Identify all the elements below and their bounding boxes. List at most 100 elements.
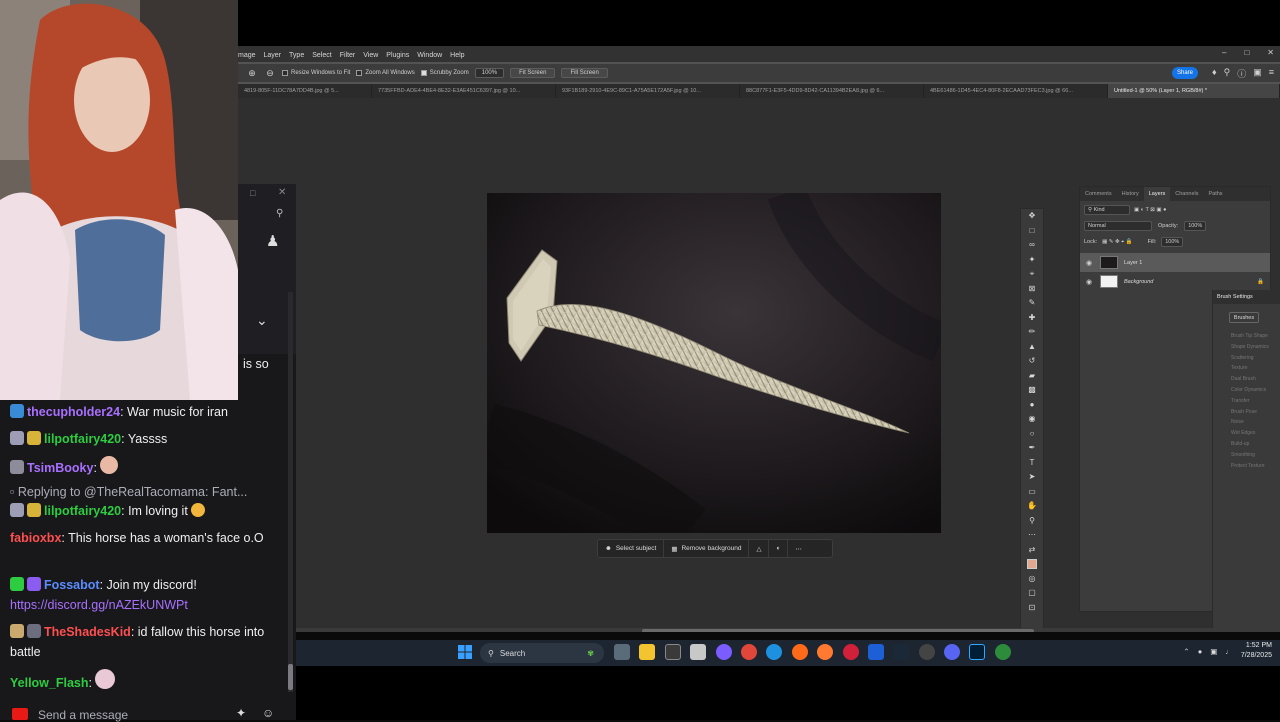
history-brush-icon[interactable]: ↺ <box>1021 354 1043 369</box>
doc-tab[interactable]: 7735FFBD-ADE4-4BE4-8E32-E3AE451C6397.jpg… <box>372 84 556 98</box>
menu-window[interactable]: Window <box>417 52 442 59</box>
kind-filter[interactable]: ⚲ Kind <box>1084 205 1130 215</box>
layer-row-background[interactable]: ◉ Background 🔒 <box>1080 272 1270 291</box>
chat-scrollbar-thumb[interactable] <box>288 664 293 690</box>
taskbar-search[interactable]: ⚲ Search ✾ <box>480 643 604 663</box>
copilot-icon[interactable] <box>715 644 732 660</box>
brave-icon[interactable] <box>791 644 808 660</box>
sparkle-icon[interactable]: ✦ <box>236 706 246 720</box>
terminal-icon[interactable] <box>664 644 681 660</box>
visibility-eye-icon[interactable]: ◉ <box>1084 278 1094 286</box>
volume-icon[interactable]: ♩ <box>1225 647 1233 656</box>
maximize-icon[interactable]: □ <box>1244 48 1249 57</box>
workspace-icon[interactable]: ▣ <box>1253 67 1262 80</box>
chevron-up-icon[interactable]: ⌃ <box>1183 647 1189 656</box>
stamp-tool-icon[interactable]: ▲ <box>1021 340 1043 355</box>
chat-input[interactable]: Send a message ✦ ☺ <box>0 702 290 722</box>
zoom-tool-icon[interactable]: ⚲ <box>1021 514 1043 529</box>
brush-option[interactable]: Smoothing <box>1213 450 1280 461</box>
select-subject-button[interactable]: ☻ Select subject <box>598 540 665 557</box>
scrollbar-thumb[interactable] <box>642 629 1034 632</box>
channel-points-icon[interactable] <box>12 708 28 720</box>
canvas-area[interactable]: ☻ Select subject ▦ Remove background △ ◐… <box>238 98 1280 632</box>
close-icon[interactable]: ✕ <box>1267 48 1274 57</box>
path-select-icon[interactable]: ➤ <box>1021 470 1043 485</box>
search-icon[interactable]: ⚲ <box>1224 67 1231 80</box>
doc-tab[interactable]: 93F1B189-2910-4E9C-89C1-A75A5E172A5F.jpg… <box>556 84 740 98</box>
brush-option[interactable]: Shape Dynamics <box>1213 342 1280 353</box>
horizontal-scrollbar[interactable] <box>294 628 1280 632</box>
search-icon[interactable]: ⚲ <box>276 208 283 219</box>
eyedropper-icon[interactable]: ✎ <box>1021 296 1043 311</box>
marquee-tool-icon[interactable]: □ <box>1021 224 1043 239</box>
windows-start-icon[interactable] <box>458 645 472 659</box>
crop-tool-icon[interactable]: ⌖ <box>1021 267 1043 282</box>
lock-icons[interactable]: ▦ ✎ ✥ ⌖ 🔒 <box>1102 239 1132 246</box>
panel-toggle-icon[interactable]: ≡ <box>1269 67 1274 80</box>
zoom-in-icon[interactable]: ⊕ <box>246 67 258 79</box>
scrubby-zoom-checkbox[interactable]: Scrubby Zoom <box>420 70 469 76</box>
task-view-icon[interactable] <box>614 644 630 660</box>
store-icon[interactable] <box>690 644 707 660</box>
photoshop-icon[interactable] <box>969 644 986 660</box>
sponge-tool-icon[interactable]: ○ <box>1021 427 1043 442</box>
close-icon[interactable]: ✕ <box>278 187 286 198</box>
chat-username[interactable]: fabioxbx <box>10 531 61 545</box>
file-explorer-icon[interactable] <box>639 644 656 660</box>
chevron-down-icon[interactable]: ⌄ <box>256 312 268 329</box>
visibility-eye-icon[interactable]: ◉ <box>1084 259 1094 267</box>
gradient-tool-icon[interactable]: ▩ <box>1021 383 1043 398</box>
minimize-icon[interactable]: – <box>1222 48 1226 57</box>
brush-option[interactable]: Build-up <box>1213 439 1280 450</box>
doc-tab[interactable]: 4BE61486-1D45-4EC4-80F8-2ECAAD73FEC3.jpg… <box>924 84 1108 98</box>
brush-option[interactable]: Transfer <box>1213 396 1280 407</box>
discord-icon[interactable] <box>944 644 961 660</box>
menu-plugins[interactable]: Plugins <box>386 52 409 59</box>
zoom-value-field[interactable]: 100% <box>474 68 505 78</box>
healing-brush-icon[interactable]: ✚ <box>1021 311 1043 326</box>
brush-option[interactable]: Scattering <box>1213 353 1280 364</box>
tab-paths[interactable]: Paths <box>1203 187 1227 201</box>
help-icon[interactable]: ⓘ <box>1237 67 1246 80</box>
emoji-icon[interactable]: ☺ <box>262 706 274 720</box>
brush-option[interactable]: Wet Edges <box>1213 428 1280 439</box>
chat-username[interactable]: Yellow_Flash <box>10 676 89 690</box>
chat-username[interactable]: lilpotfairy420 <box>44 432 121 446</box>
blend-mode-select[interactable]: Normal <box>1084 221 1152 231</box>
more-tools-icon[interactable]: ⋯ <box>1021 528 1043 543</box>
tab-layers[interactable]: Layers <box>1143 187 1171 201</box>
menu-view[interactable]: View <box>363 52 378 59</box>
opacity-field[interactable]: 100% <box>1184 221 1207 231</box>
discord-link[interactable]: https://discord.gg/nAZEkUNWPt <box>10 595 288 615</box>
opera-icon[interactable] <box>842 644 859 660</box>
brush-option[interactable]: Dual Brush <box>1213 374 1280 385</box>
chat-username[interactable]: TsimBooky <box>27 461 93 475</box>
menu-help[interactable]: Help <box>450 52 464 59</box>
tab-history[interactable]: History <box>1117 187 1144 201</box>
network-icon[interactable]: ▣ <box>1210 647 1217 656</box>
brush-option[interactable]: Color Dynamics <box>1213 385 1280 396</box>
chrome-canary-icon[interactable] <box>994 644 1011 660</box>
rectangle-tool-icon[interactable]: ▭ <box>1021 485 1043 500</box>
microphone-icon[interactable]: ● <box>1198 647 1203 656</box>
eraser-tool-icon[interactable]: ▰ <box>1021 369 1043 384</box>
filter-icons[interactable]: ▣ ◐ T ⊠ ▣ ● <box>1134 207 1166 213</box>
chat-username[interactable]: Fossabot <box>44 578 100 592</box>
hand-tool-icon[interactable]: ✋ <box>1021 499 1043 514</box>
type-tool-icon[interactable]: T <box>1021 456 1043 471</box>
menu-type[interactable]: Type <box>289 52 304 59</box>
blur-tool-icon[interactable]: ● <box>1021 398 1043 413</box>
brush-option[interactable]: Noise <box>1213 417 1280 428</box>
color-swatches-icon[interactable] <box>1021 557 1043 572</box>
doc-tab[interactable]: 88C877F1-E3F5-4DD9-8D42-CA11394B2EA8.jpg… <box>740 84 924 98</box>
bell-icon[interactable]: ♦ <box>1212 67 1217 80</box>
pen-tool-icon[interactable]: ✒ <box>1021 441 1043 456</box>
chat-username[interactable]: TheShadesKid <box>44 625 131 639</box>
share-button[interactable]: Share <box>1172 67 1198 79</box>
zoom-out-icon[interactable]: ⊖ <box>264 67 276 79</box>
screen-mode-icon[interactable]: ▢ <box>1021 586 1043 601</box>
fill-screen-button[interactable]: Fill Screen <box>561 68 608 78</box>
reply-text[interactable]: Replying to @TheRealTacomama: Fant... <box>18 485 247 499</box>
doc-tab-active[interactable]: Untitled-1 @ 50% (Layer 1, RGB/8#) * <box>1108 84 1280 98</box>
clock[interactable]: 1:52 PM 7/28/2025 <box>1241 641 1272 661</box>
